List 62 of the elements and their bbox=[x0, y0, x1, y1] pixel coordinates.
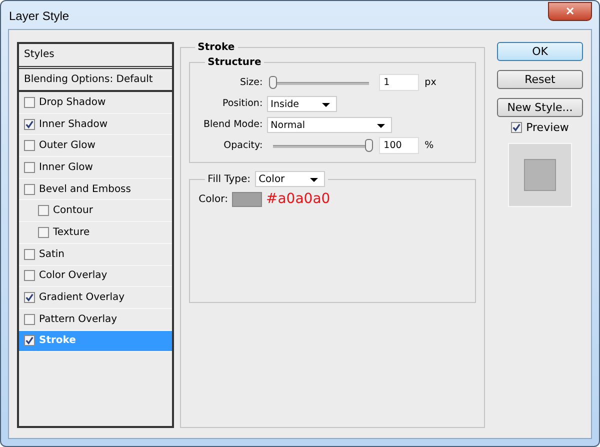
checkbox[interactable] bbox=[24, 96, 35, 108]
checkbox[interactable] bbox=[24, 314, 35, 325]
color-hex-note: #a0a0a0 bbox=[266, 191, 330, 207]
blend-mode-label: Blend Mode: bbox=[202, 119, 263, 130]
style-label: Pattern Overlay bbox=[39, 314, 118, 325]
style-label: Outer Glow bbox=[39, 140, 96, 152]
checkbox[interactable] bbox=[24, 162, 35, 173]
style-label: Drop Shadow bbox=[39, 96, 106, 108]
checkbox[interactable] bbox=[24, 184, 35, 195]
dialog-button[interactable]: OK bbox=[497, 42, 583, 61]
fill-type-label: Fill Type: bbox=[208, 174, 251, 184]
slider-thumb[interactable] bbox=[268, 76, 277, 88]
opacity-field[interactable]: 100 bbox=[378, 137, 419, 154]
style-label: Gradient Overlay bbox=[39, 292, 125, 304]
checkbox[interactable] bbox=[24, 118, 35, 130]
style-item[interactable]: Inner Glow bbox=[19, 157, 172, 179]
checkbox[interactable] bbox=[24, 140, 35, 152]
size-label: Size: bbox=[238, 77, 263, 88]
group-title: Structure bbox=[206, 57, 262, 68]
style-item[interactable]: Outer Glow bbox=[19, 135, 172, 158]
style-item[interactable]: Gradient Overlay bbox=[19, 287, 172, 309]
unit-label: % bbox=[424, 140, 434, 151]
style-item[interactable]: Satin bbox=[19, 244, 172, 266]
blend-mode-dropdown[interactable]: Normal bbox=[266, 116, 392, 132]
unit-label: px bbox=[424, 77, 436, 88]
style-item[interactable]: Texture bbox=[19, 222, 172, 244]
style-label: Texture bbox=[53, 226, 90, 238]
checkbox[interactable] bbox=[24, 248, 35, 260]
style-label: Inner Shadow bbox=[39, 118, 108, 130]
position-label: Position: bbox=[221, 98, 263, 109]
preview-label: Preview bbox=[526, 121, 569, 134]
dialog-button[interactable]: Reset bbox=[497, 70, 583, 89]
style-label: Satin bbox=[39, 248, 65, 260]
fill-type-dropdown[interactable]: Color bbox=[254, 171, 325, 187]
style-item[interactable]: Contour bbox=[19, 200, 172, 222]
style-label: Stroke bbox=[39, 335, 76, 346]
blending-options-item[interactable]: Blending Options: Default bbox=[19, 70, 172, 92]
checkbox[interactable] bbox=[24, 270, 35, 282]
styles-header: Styles bbox=[19, 42, 172, 69]
style-label: Color Overlay bbox=[39, 270, 108, 282]
color-swatch[interactable] bbox=[232, 192, 262, 206]
opacity-label: Opacity: bbox=[222, 140, 263, 151]
style-item[interactable]: Inner Shadow bbox=[19, 114, 172, 136]
style-label: Bevel and Emboss bbox=[39, 184, 131, 195]
checkbox[interactable] bbox=[38, 205, 49, 216]
checkbox[interactable] bbox=[38, 226, 49, 238]
style-item[interactable]: Color Overlay bbox=[19, 266, 172, 288]
preview-checkbox[interactable] bbox=[511, 122, 522, 133]
style-label: Contour bbox=[53, 205, 93, 216]
style-item[interactable]: Drop Shadow bbox=[19, 92, 172, 114]
style-label: Inner Glow bbox=[39, 162, 93, 173]
style-preview-thumbnail bbox=[508, 143, 572, 207]
position-dropdown[interactable]: Inside bbox=[266, 96, 337, 112]
style-item[interactable]: Bevel and Emboss bbox=[19, 178, 172, 200]
dialog-button[interactable]: New Style... bbox=[497, 98, 583, 117]
window-title: Layer Style bbox=[8, 9, 70, 23]
checkbox[interactable] bbox=[24, 335, 35, 346]
slider-thumb[interactable] bbox=[364, 138, 373, 152]
color-label: Color: bbox=[198, 194, 228, 204]
checkbox[interactable] bbox=[24, 292, 35, 304]
size-field[interactable]: 1 bbox=[378, 74, 419, 91]
group-title: Stroke bbox=[196, 42, 236, 53]
